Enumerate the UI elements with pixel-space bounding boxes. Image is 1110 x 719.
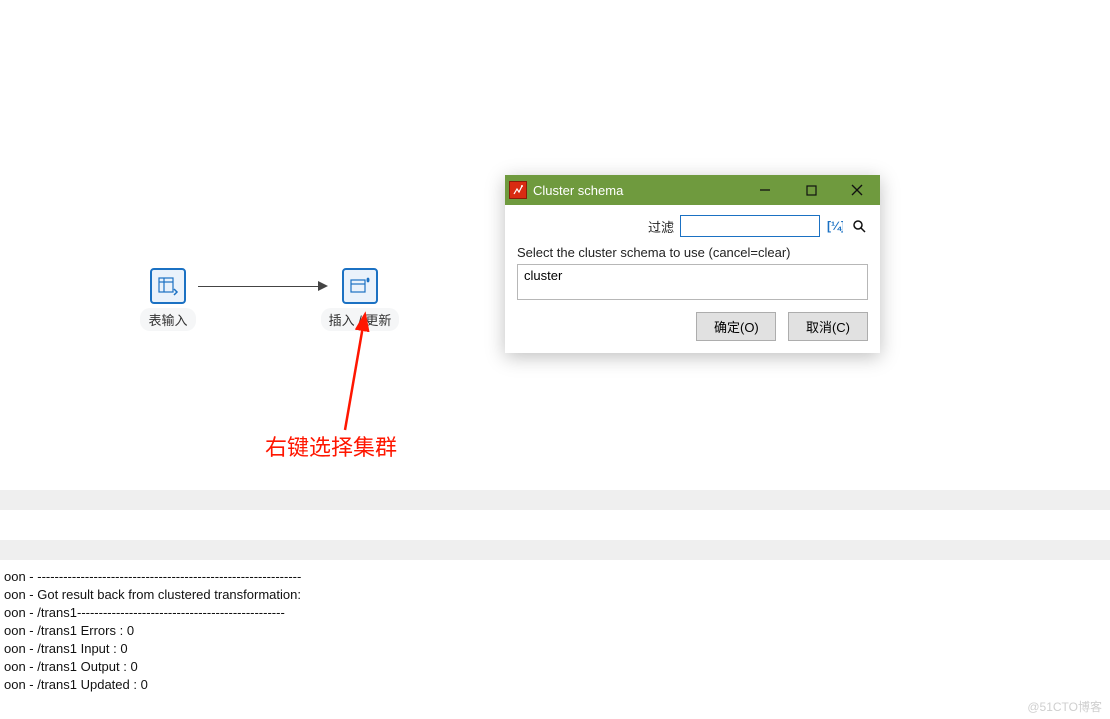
log-line: oon - ----------------------------------… — [4, 568, 1106, 586]
log-line: oon - /trans1---------------------------… — [4, 604, 1106, 622]
filter-row: 过滤 [¼] — [517, 215, 868, 237]
regex-icon[interactable]: [¼] — [826, 217, 844, 235]
log-line: oon - /trans1 Updated : 0 — [4, 676, 1106, 694]
dialog-title: Cluster schema — [533, 183, 742, 198]
filter-label: 过滤 — [648, 217, 674, 236]
svg-text:[¼]: [¼] — [827, 219, 843, 233]
log-output: oon - ----------------------------------… — [0, 562, 1110, 694]
app-icon — [509, 181, 527, 199]
close-button[interactable] — [834, 175, 880, 205]
schema-listbox[interactable]: cluster — [517, 264, 868, 300]
minimize-button[interactable] — [742, 175, 788, 205]
connector-line — [198, 286, 318, 287]
log-line: oon - Got result back from clustered tra… — [4, 586, 1106, 604]
cluster-schema-dialog: Cluster schema 过滤 [¼] — [505, 175, 880, 353]
log-line: oon - /trans1 Output : 0 — [4, 658, 1106, 676]
step-table-input[interactable]: 表输入 — [128, 268, 208, 331]
list-item[interactable]: cluster — [524, 268, 861, 283]
dialog-body: 过滤 [¼] Select the cluster schema to use … — [505, 205, 880, 353]
divider-strip — [0, 540, 1110, 560]
ok-button[interactable]: 确定(O) — [696, 312, 776, 341]
step-label: 表输入 — [140, 308, 195, 331]
cancel-button[interactable]: 取消(C) — [788, 312, 868, 341]
insert-update-icon — [342, 268, 378, 304]
maximize-button[interactable] — [788, 175, 834, 205]
table-input-icon — [150, 268, 186, 304]
divider-strip — [0, 490, 1110, 510]
annotation-text: 右键选择集群 — [265, 430, 397, 462]
log-line: oon - /trans1 Input : 0 — [4, 640, 1106, 658]
search-icon[interactable] — [850, 217, 868, 235]
dialog-prompt: Select the cluster schema to use (cancel… — [517, 245, 868, 260]
watermark: @51CTO博客 — [1027, 698, 1102, 715]
filter-input[interactable] — [680, 215, 820, 237]
dialog-titlebar: Cluster schema — [505, 175, 880, 205]
log-line: oon - /trans1 Errors : 0 — [4, 622, 1106, 640]
button-row: 确定(O) 取消(C) — [517, 312, 868, 341]
annotation-arrow — [305, 320, 425, 440]
